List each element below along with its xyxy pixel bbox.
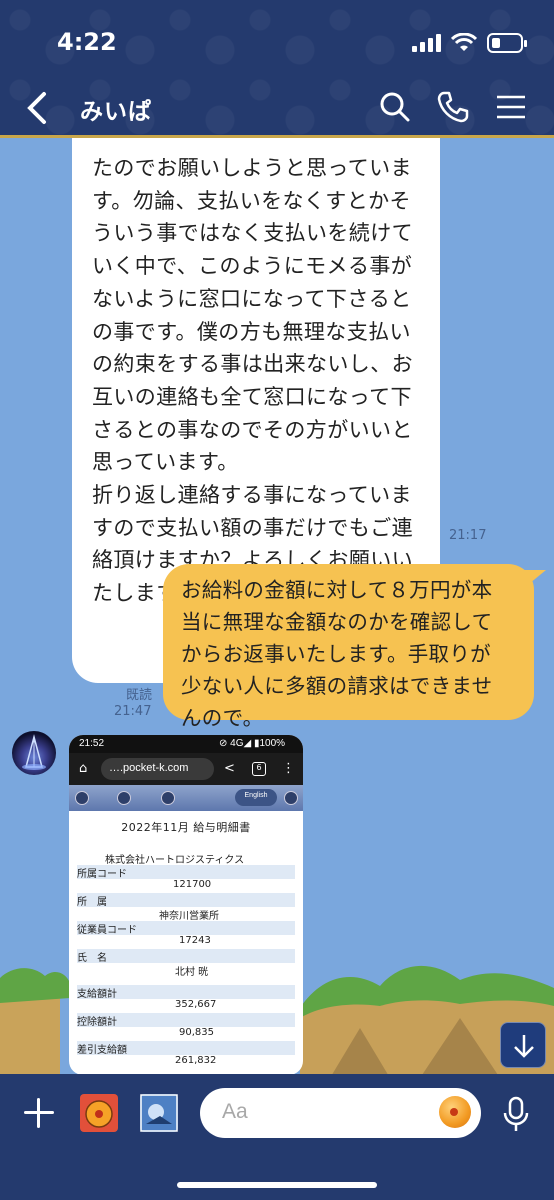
name-label: 氏 名 [77,949,295,964]
chat-title: みいぱ [80,99,152,125]
net-pay-value: 261,832 [175,1055,217,1066]
total-pay-value: 352,667 [175,999,217,1010]
emoji-dragon-ball-icon[interactable] [439,1096,471,1128]
share-icon: < [224,761,235,776]
add-icon[interactable] [22,1096,56,1130]
net-pay-label: 差引支給額 [77,1041,295,1056]
total-pay-row: 352,667 [77,999,295,1013]
avatar-crystal-icon [22,734,46,770]
battery-icon [487,33,527,53]
name-value: 北村 晄 [175,967,209,978]
screenshot-status-icons: ⊘ 4G◢ ▮100% [219,738,286,749]
arrow-down-icon [514,1035,534,1058]
dept-code-row: 121700 [77,879,295,893]
dept-code-value: 121700 [173,879,212,890]
message-input-placeholder: Aa [222,1100,248,1123]
wifi-icon [451,33,477,51]
home-indicator [177,1182,377,1188]
deduction-value: 90,835 [179,1027,214,1038]
photo-button[interactable] [140,1094,178,1132]
screenshot-status-bar: 21:52 ⊘ 4G◢ ▮100% [69,735,303,753]
outgoing-message-text: お給料の金額に対して８万円が本 当に無理な金額なのかを確認して からお返事いたし… [181,578,493,730]
dragon-ball-sticker-icon [85,1100,113,1128]
chat-header: 4:22 みいぱ [0,0,554,138]
english-button: English [235,789,277,806]
home-icon: ⌂ [79,761,88,776]
screenshot-url: ….pocket-k.com [101,758,214,780]
total-pay-label: 支給額計 [77,985,295,1000]
screenshot-nav-bar: English [69,785,303,811]
company-name: 株式会社ハートロジスティクス [105,855,245,866]
message-input-bar: Aa [0,1074,554,1200]
payslip-title: 2022年11月 給与明細書 [121,821,251,834]
net-pay-row: 261,832 [77,1055,295,1069]
outgoing-message-bubble[interactable]: お給料の金額に対して８万円が本 当に無理な金額なのかを確認して からお返事いたし… [163,564,546,730]
microphone-icon[interactable] [503,1096,529,1134]
payslip-content: 2022年11月 給与明細書 株式会社ハートロジスティクス 所属コード 1217… [69,811,303,1074]
incoming-message-time: 21:17 [449,528,487,543]
menu-icon[interactable] [494,90,528,124]
status-time: 4:22 [57,28,117,56]
deduction-label: 控除額計 [77,1013,295,1028]
screenshot-time: 21:52 [79,738,105,749]
dept-value: 神奈川営業所 [159,911,219,922]
sticker-button[interactable] [80,1094,118,1132]
image-thumbnail-icon [140,1094,178,1132]
outgoing-message-time: 21:47 [114,704,152,719]
scroll-to-bottom-button[interactable] [500,1022,546,1068]
emp-code-row: 17243 [77,935,295,949]
dept-code-label: 所属コード [77,865,295,880]
payslip-screenshot-image[interactable]: 21:52 ⊘ 4G◢ ▮100% ⌂ ….pocket-k.com < 6 ⋮… [69,735,303,1074]
dept-label: 所 属 [77,893,295,908]
name-row: 北村 晄 [77,963,295,978]
incoming-message-text: たのでお願いしようと思っていま す。勿論、支払いをなくすとかそ ういう事ではなく… [92,156,413,606]
cellular-signal-icon [412,34,442,52]
dept-row: 神奈川営業所 [77,907,295,922]
screenshot-url-bar: ⌂ ….pocket-k.com < 6 ⋮ [69,753,303,785]
read-receipt: 既読 [126,688,153,703]
deduction-row: 90,835 [77,1027,295,1041]
search-icon[interactable] [378,90,412,124]
more-icon: ⋮ [282,761,295,776]
chat-area[interactable]: たのでお願いしようと思っていま す。勿論、支払いをなくすとかそ ういう事ではなく… [0,138,554,1074]
back-chevron-icon[interactable] [22,90,52,126]
message-input[interactable]: Aa [200,1088,481,1138]
emp-code-label: 従業員コード [77,921,295,936]
emp-code-value: 17243 [179,935,211,946]
contact-avatar[interactable] [12,731,56,775]
phone-icon[interactable] [436,90,470,124]
